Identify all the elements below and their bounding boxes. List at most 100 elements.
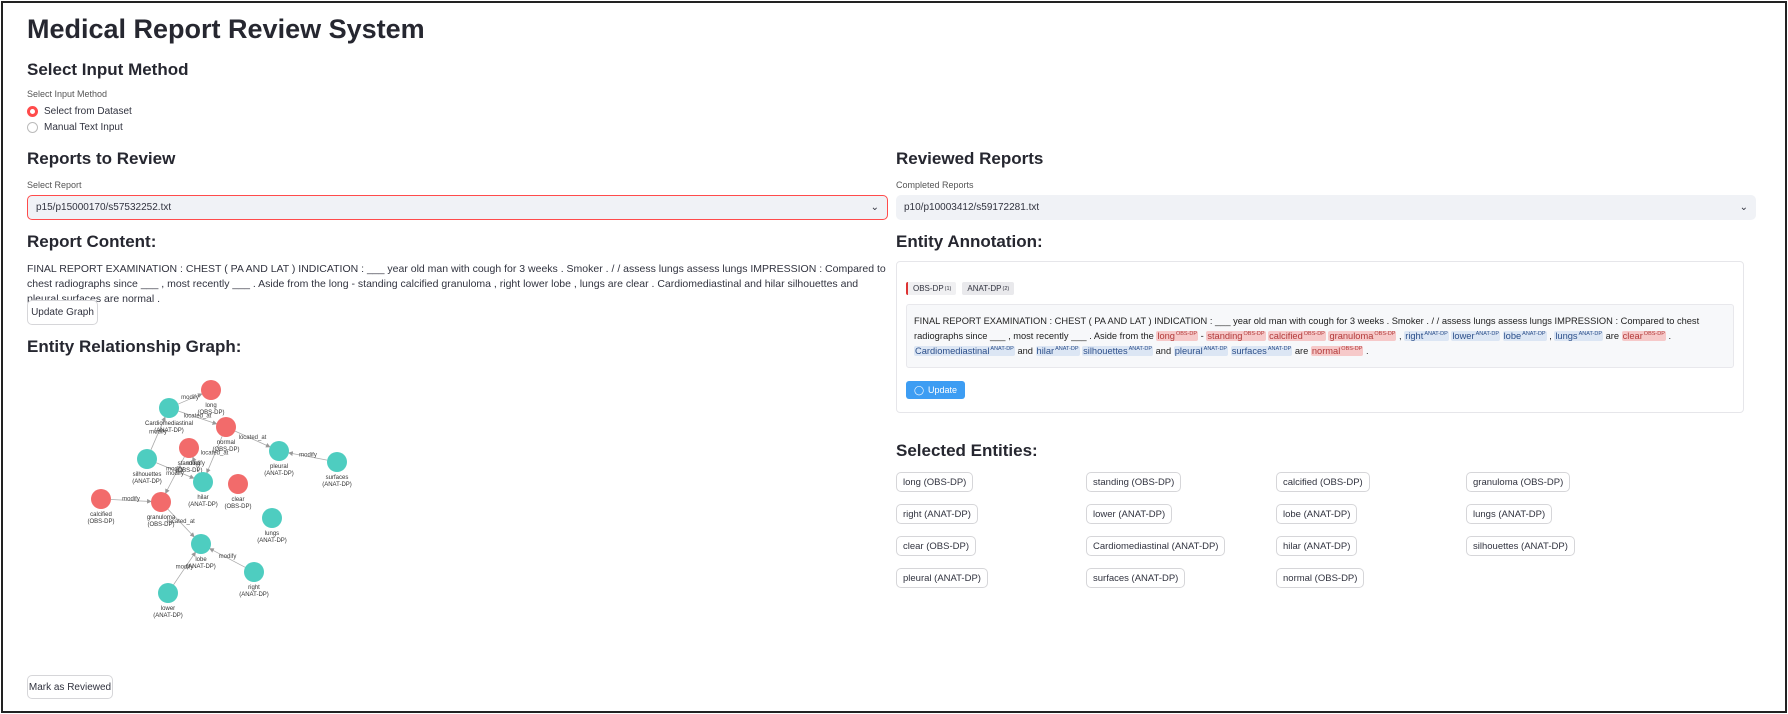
graph-node-surfaces[interactable]: surfaces(ANAT-DP) (322, 452, 352, 488)
graph-node-circle[interactable] (201, 380, 221, 400)
entity-obs-highlight[interactable]: longOBS-DP (1156, 331, 1199, 342)
selected-entity-chip[interactable]: long (OBS-DP) (896, 472, 974, 492)
selected-entity-chip[interactable]: surfaces (ANAT-DP) (1086, 568, 1186, 588)
graph-node-lobe[interactable]: lobe(ANAT-DP) (186, 534, 216, 570)
graph-node-label: lungs (265, 531, 279, 537)
entity-word: lower (1452, 331, 1475, 342)
graph-node-circle[interactable] (151, 492, 171, 512)
graph-node-standing[interactable]: standing(OBS-DP) (176, 438, 203, 474)
entity-anat-highlight[interactable]: surfacesANAT-DP (1230, 346, 1293, 357)
selected-entity-chip[interactable]: granuloma (OBS-DP) (1466, 472, 1571, 492)
selected-entity-chip[interactable]: Cardiomediastinal (ANAT-DP) (1086, 536, 1226, 556)
selected-entity-chip[interactable]: silhouettes (ANAT-DP) (1466, 536, 1575, 556)
selected-entity-chip[interactable]: pleural (ANAT-DP) (896, 568, 988, 588)
selected-entity-chip[interactable]: lungs (ANAT-DP) (1466, 504, 1553, 524)
entity-word: right (1405, 331, 1424, 342)
update-graph-button[interactable]: Update Graph (27, 300, 98, 325)
mark-as-reviewed-button[interactable]: Mark as Reviewed (27, 675, 113, 699)
graph-node-lower[interactable]: lower(ANAT-DP) (153, 583, 183, 619)
selected-entity-chip[interactable]: calcified (OBS-DP) (1276, 472, 1370, 492)
entity-obs-highlight[interactable]: standingOBS-DP (1206, 331, 1266, 342)
completed-reports-label: Completed Reports (896, 180, 974, 190)
graph-node-circle[interactable] (262, 508, 282, 528)
selected-entity-chip[interactable]: right (ANAT-DP) (896, 504, 978, 524)
entity-obs-highlight[interactable]: calcifiedOBS-DP (1268, 331, 1326, 342)
chevron-down-icon[interactable]: ⌄ (1740, 202, 1748, 213)
graph-node-label: calcified (90, 512, 112, 518)
selected-entity-chip[interactable]: lobe (ANAT-DP) (1276, 504, 1358, 524)
selected-entity-chip[interactable]: standing (OBS-DP) (1086, 472, 1182, 492)
graph-node-normal[interactable]: normal(OBS-DP) (213, 417, 240, 453)
graph-node-label: lower (161, 606, 175, 612)
graph-node-calcified[interactable]: calcified(OBS-DP) (88, 489, 115, 525)
entity-obs-highlight[interactable]: granulomaOBS-DP (1328, 331, 1397, 342)
graph-node-circle[interactable] (193, 472, 213, 492)
page-title: Medical Report Review System (27, 14, 425, 44)
radio-select-from-dataset[interactable]: Select from Dataset (27, 106, 132, 117)
entity-anat-highlight[interactable]: hilarANAT-DP (1035, 346, 1080, 357)
graph-node-lungs[interactable]: lungs(ANAT-DP) (257, 508, 287, 544)
graph-edge-label: modify (219, 554, 237, 560)
annotation-update-button[interactable]: ◯ Update (906, 381, 965, 399)
radio-unselected-icon[interactable] (27, 122, 38, 133)
annotated-report-text[interactable]: FINAL REPORT EXAMINATION : CHEST ( PA AN… (906, 304, 1734, 368)
entity-word: normal (1311, 346, 1341, 357)
entity-type-tag: ANAT-DP (1424, 331, 1448, 337)
entity-anat-highlight[interactable]: lungsANAT-DP (1554, 331, 1604, 342)
entity-anat-highlight[interactable]: CardiomediastinalANAT-DP (914, 346, 1015, 357)
entity-anat-highlight[interactable]: lowerANAT-DP (1451, 331, 1500, 342)
app-frame: Medical Report Review System Select Inpu… (1, 1, 1787, 713)
entity-anat-highlight[interactable]: rightANAT-DP (1404, 331, 1449, 342)
graph-node-circle[interactable] (91, 489, 111, 509)
input-method-label: Select Input Method (27, 89, 108, 99)
chevron-down-icon[interactable]: ⌄ (871, 202, 879, 213)
graph-node-granuloma[interactable]: granuloma(OBS-DP) (147, 492, 176, 528)
graph-node-label: granuloma (147, 515, 176, 521)
selected-entity-chip[interactable]: normal (OBS-DP) (1276, 568, 1365, 588)
legend-anat-count: (2) (1002, 285, 1010, 292)
graph-node-circle[interactable] (216, 417, 236, 437)
entity-anat-highlight[interactable]: lobeANAT-DP (1502, 331, 1547, 342)
graph-node-circle[interactable] (191, 534, 211, 554)
radio-selected-icon[interactable] (27, 106, 38, 117)
entity-obs-highlight[interactable]: normalOBS-DP (1310, 346, 1364, 357)
select-report-dropdown[interactable]: p15/p15000170/s57532252.txt ⌄ (27, 195, 888, 220)
legend-obs-count: (1) (944, 285, 952, 292)
graph-node-circle[interactable] (159, 398, 179, 418)
completed-reports-dropdown[interactable]: p10/p10003412/s59172281.txt ⌄ (896, 195, 1756, 220)
graph-node-circle[interactable] (269, 441, 289, 461)
graph-node-long[interactable]: long(OBS-DP) (198, 380, 225, 416)
entity-type-tag: ANAT-DP (1578, 331, 1603, 337)
legend-anat-dp[interactable]: ANAT-DP (2) (962, 282, 1015, 295)
graph-node-circle[interactable] (228, 474, 248, 494)
entity-obs-highlight[interactable]: clearOBS-DP (1621, 331, 1666, 342)
selected-entity-chip[interactable]: clear (OBS-DP) (896, 536, 976, 556)
graph-node-circle[interactable] (179, 438, 199, 458)
entity-anat-highlight[interactable]: silhouettesANAT-DP (1082, 346, 1154, 357)
entity-type-tag: OBS-DP (1175, 331, 1198, 337)
entity-relationship-graph[interactable]: modifylocated_atmodifylocated_atmodifylo… (83, 368, 423, 658)
graph-node-right[interactable]: right(ANAT-DP) (239, 562, 269, 598)
selected-entity-chip[interactable]: lower (ANAT-DP) (1086, 504, 1173, 524)
legend-anat-label: ANAT-DP (967, 284, 1002, 293)
entity-anat-highlight[interactable]: pleuralANAT-DP (1173, 346, 1229, 357)
entity-type-tag: ANAT-DP (1128, 346, 1153, 353)
radio-manual-text-input[interactable]: Manual Text Input (27, 122, 123, 133)
entity-word: calcified (1269, 331, 1303, 342)
legend-obs-dp[interactable]: OBS-DP (1) (906, 282, 957, 295)
graph-node-clear[interactable]: clear(OBS-DP) (225, 474, 252, 510)
plain-text: are (1292, 346, 1311, 357)
graph-node-type: (ANAT-DP) (239, 592, 269, 598)
selected-entity-chip[interactable]: hilar (ANAT-DP) (1276, 536, 1358, 556)
graph-node-circle[interactable] (244, 562, 264, 582)
graph-node-silhouettes[interactable]: silhouettes(ANAT-DP) (132, 449, 162, 485)
graph-node-type: (ANAT-DP) (257, 538, 287, 544)
graph-edge-label: modify (122, 497, 140, 503)
entity-word: Cardiomediastinal (915, 346, 990, 357)
graph-node-circle[interactable] (158, 583, 178, 603)
graph-node-circle[interactable] (327, 452, 347, 472)
entity-word: pleural (1174, 346, 1203, 357)
graph-node-label: Cardiomediastinal (145, 421, 193, 427)
entity-type-tag: OBS-DP (1303, 331, 1325, 337)
graph-node-circle[interactable] (137, 449, 157, 469)
